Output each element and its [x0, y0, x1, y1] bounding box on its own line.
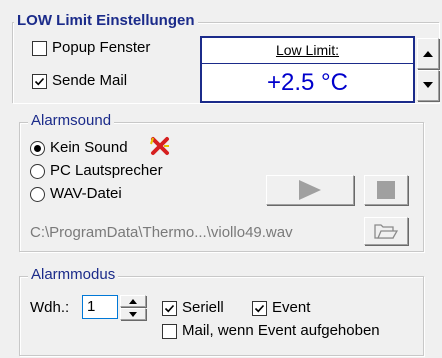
low-limit-value[interactable]: +2.5 °C — [202, 64, 413, 102]
stop-icon — [377, 181, 395, 199]
limit-up-button[interactable] — [417, 38, 439, 69]
arrow-down-icon — [423, 82, 433, 88]
repeat-label: Wdh.: — [30, 299, 70, 316]
radio-kein-sound-label: Kein Sound — [50, 139, 128, 156]
radio-wav-file[interactable]: WAV-Datei — [30, 184, 122, 204]
radio-kein-sound[interactable]: Kein Sound — [30, 138, 128, 158]
popup-window-checkbox-box[interactable] — [32, 40, 47, 56]
radio-pc-speaker-circle[interactable] — [30, 163, 45, 179]
mail-event-label: Mail, wenn Event aufgehoben — [182, 322, 380, 339]
low-limit-label: Low Limit: — [275, 42, 340, 58]
repeat-down-button[interactable] — [120, 308, 146, 320]
mail-event-checkbox[interactable]: Mail, wenn Event aufgehoben — [162, 321, 380, 341]
wav-file-path: C:\ProgramData\Thermo...\viollo49.wav — [30, 224, 293, 241]
repeat-input[interactable]: 1 — [82, 295, 118, 319]
arrow-up-icon — [129, 298, 137, 304]
limit-down-button[interactable] — [417, 70, 439, 101]
seriell-checkbox-box[interactable] — [162, 300, 177, 316]
sound-muted-icon — [149, 136, 171, 158]
send-mail-checkbox-box[interactable] — [32, 73, 47, 89]
arrow-up-icon — [423, 51, 433, 57]
checkmark-icon — [254, 304, 265, 312]
radio-pc-speaker-label: PC Lautsprecher — [50, 162, 163, 179]
popup-window-label: Popup Fenster — [52, 39, 151, 56]
browse-file-button[interactable] — [364, 217, 408, 245]
event-checkbox-box[interactable] — [252, 300, 267, 316]
radio-wav-file-label: WAV-Datei — [50, 185, 122, 202]
radio-pc-speaker[interactable]: PC Lautsprecher — [30, 161, 163, 181]
arrow-down-icon — [129, 311, 137, 317]
alarmsound-group-title: Alarmsound — [28, 112, 115, 130]
play-icon — [299, 180, 321, 200]
checkmark-icon — [34, 77, 45, 85]
send-mail-checkbox[interactable]: Sende Mail — [32, 71, 127, 91]
radio-kein-sound-circle[interactable] — [30, 140, 45, 156]
checkmark-icon — [164, 304, 175, 312]
event-checkbox[interactable]: Event — [252, 298, 310, 318]
mail-event-checkbox-box[interactable] — [162, 323, 177, 339]
play-button[interactable] — [266, 175, 354, 205]
alarmmodus-group-title: Alarmmodus — [28, 266, 119, 284]
stop-button[interactable] — [364, 175, 408, 205]
seriell-label: Seriell — [182, 299, 224, 316]
send-mail-label: Sende Mail — [52, 72, 128, 89]
folder-open-icon — [374, 224, 398, 239]
popup-window-checkbox[interactable]: Popup Fenster — [32, 38, 150, 58]
radio-wav-file-circle[interactable] — [30, 186, 45, 202]
seriell-checkbox[interactable]: Seriell — [162, 298, 224, 318]
event-label: Event — [272, 299, 311, 316]
repeat-up-button[interactable] — [120, 295, 146, 307]
low-limit-group-title: LOW Limit Einstellungen — [14, 12, 198, 30]
